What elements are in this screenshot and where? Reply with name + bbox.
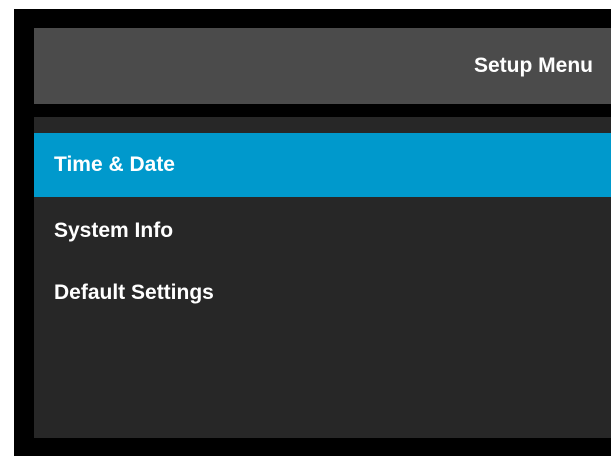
menu-item-label: System Info (54, 219, 174, 242)
menu-item-system-info[interactable]: System Info (34, 199, 611, 263)
title-bar: Setup Menu (34, 28, 611, 104)
menu-item-label: Default Settings (54, 281, 214, 304)
menu-item-default-settings[interactable]: Default Settings (34, 261, 611, 325)
page-title: Setup Menu (474, 54, 593, 77)
menu-item-label: Time & Date (54, 153, 175, 176)
device-screen: Setup Menu Time & Date System Info Defau… (14, 9, 611, 456)
menu-item-time-date[interactable]: Time & Date (34, 133, 611, 197)
setup-menu-list: Time & Date System Info Default Settings (34, 117, 611, 438)
